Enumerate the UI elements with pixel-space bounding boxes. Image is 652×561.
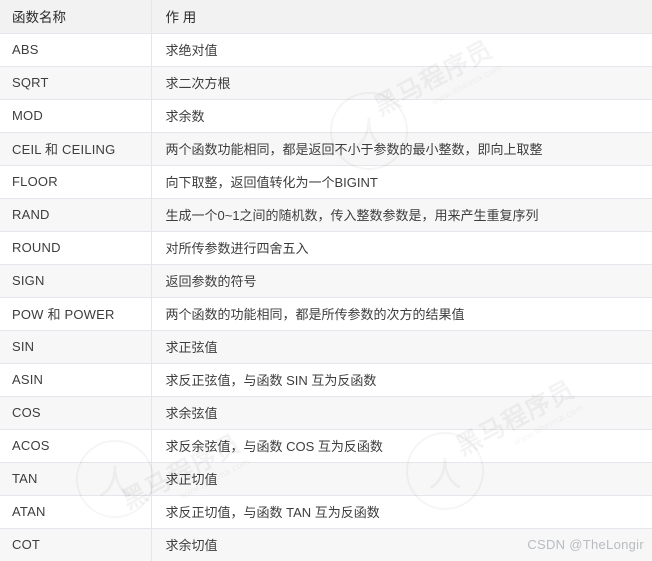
cell-description: 对所传参数进行四舍五入 [151, 231, 652, 265]
cell-description: 两个函数的功能相同，都是所传参数的次方的结果值 [151, 297, 652, 331]
cell-description: 求绝对值 [151, 33, 652, 67]
cell-description: 求正切值 [151, 462, 652, 496]
csdn-credit: CSDN @TheLongir [527, 537, 644, 552]
cell-description: 求正弦值 [151, 330, 652, 364]
table-row: MOD 求余数 [0, 99, 652, 133]
cell-function-name: POW 和 POWER [0, 297, 152, 331]
table-body: ABS 求绝对值 SQRT 求二次方根 MOD 求余数 CEIL 和 CEILING 两个函数… [0, 33, 652, 561]
cell-description: 两个函数功能相同，都是返回不小于参数的最小整数，即向上取整 [151, 132, 652, 166]
table-header-row: 函数名称 作 用 [0, 0, 652, 34]
cell-function-name: CEIL 和 CEILING [0, 132, 152, 166]
cell-description: 生成一个0~1之间的随机数，传入整数参数是，用来产生重复序列 [151, 198, 652, 232]
table-row: CEIL 和 CEILING 两个函数功能相同，都是返回不小于参数的最小整数，即向… [0, 132, 652, 166]
table-row: SIN 求正弦值 [0, 330, 652, 364]
table-row: SQRT 求二次方根 [0, 66, 652, 100]
cell-function-name: SQRT [0, 66, 152, 100]
table-row: RAND 生成一个0~1之间的随机数，传入整数参数是，用来产生重复序列 [0, 198, 652, 232]
cell-function-name: MOD [0, 99, 152, 133]
cell-function-name: FLOOR [0, 165, 152, 199]
cell-function-name: SIN [0, 330, 152, 364]
cell-function-name: COS [0, 396, 152, 430]
table-row: ASIN 求反正弦值，与函数 SIN 互为反函数 [0, 363, 652, 397]
table-row: ROUND 对所传参数进行四舍五入 [0, 231, 652, 265]
cell-description: 求余弦值 [151, 396, 652, 430]
table-row: FLOOR 向下取整，返回值转化为一个BIGINT [0, 165, 652, 199]
table-row: TAN 求正切值 [0, 462, 652, 496]
cell-description: 向下取整，返回值转化为一个BIGINT [151, 165, 652, 199]
functions-table: 函数名称 作 用 ABS 求绝对值 SQRT 求二次方根 MOD 求余数 CEIL 和 CE… [0, 0, 652, 561]
cell-description: 返回参数的符号 [151, 264, 652, 298]
table-header: 函数名称 作 用 [0, 0, 652, 34]
table-row: COS 求余弦值 [0, 396, 652, 430]
cell-function-name: SIGN [0, 264, 152, 298]
table-row: ATAN 求反正切值，与函数 TAN 互为反函数 [0, 495, 652, 529]
cell-function-name: ASIN [0, 363, 152, 397]
table-row: ABS 求绝对值 [0, 33, 652, 67]
table-row: SIGN 返回参数的符号 [0, 264, 652, 298]
cell-function-name: COT [0, 528, 152, 561]
column-header-description: 作 用 [151, 0, 652, 34]
cell-function-name: ATAN [0, 495, 152, 529]
mysql-math-functions-table: 黑马程序员 www.itheima.com 黑马程序员 www.itheima.… [0, 0, 652, 561]
column-header-function-name: 函数名称 [0, 0, 152, 34]
cell-description: 求二次方根 [151, 66, 652, 100]
cell-function-name: ACOS [0, 429, 152, 463]
cell-description: 求余数 [151, 99, 652, 133]
cell-description: 求反余弦值，与函数 COS 互为反函数 [151, 429, 652, 463]
cell-function-name: ROUND [0, 231, 152, 265]
cell-description: 求反正弦值，与函数 SIN 互为反函数 [151, 363, 652, 397]
table-row: POW 和 POWER 两个函数的功能相同，都是所传参数的次方的结果值 [0, 297, 652, 331]
table-row: ACOS 求反余弦值，与函数 COS 互为反函数 [0, 429, 652, 463]
cell-function-name: ABS [0, 33, 152, 67]
cell-description: 求反正切值，与函数 TAN 互为反函数 [151, 495, 652, 529]
cell-function-name: RAND [0, 198, 152, 232]
cell-function-name: TAN [0, 462, 152, 496]
